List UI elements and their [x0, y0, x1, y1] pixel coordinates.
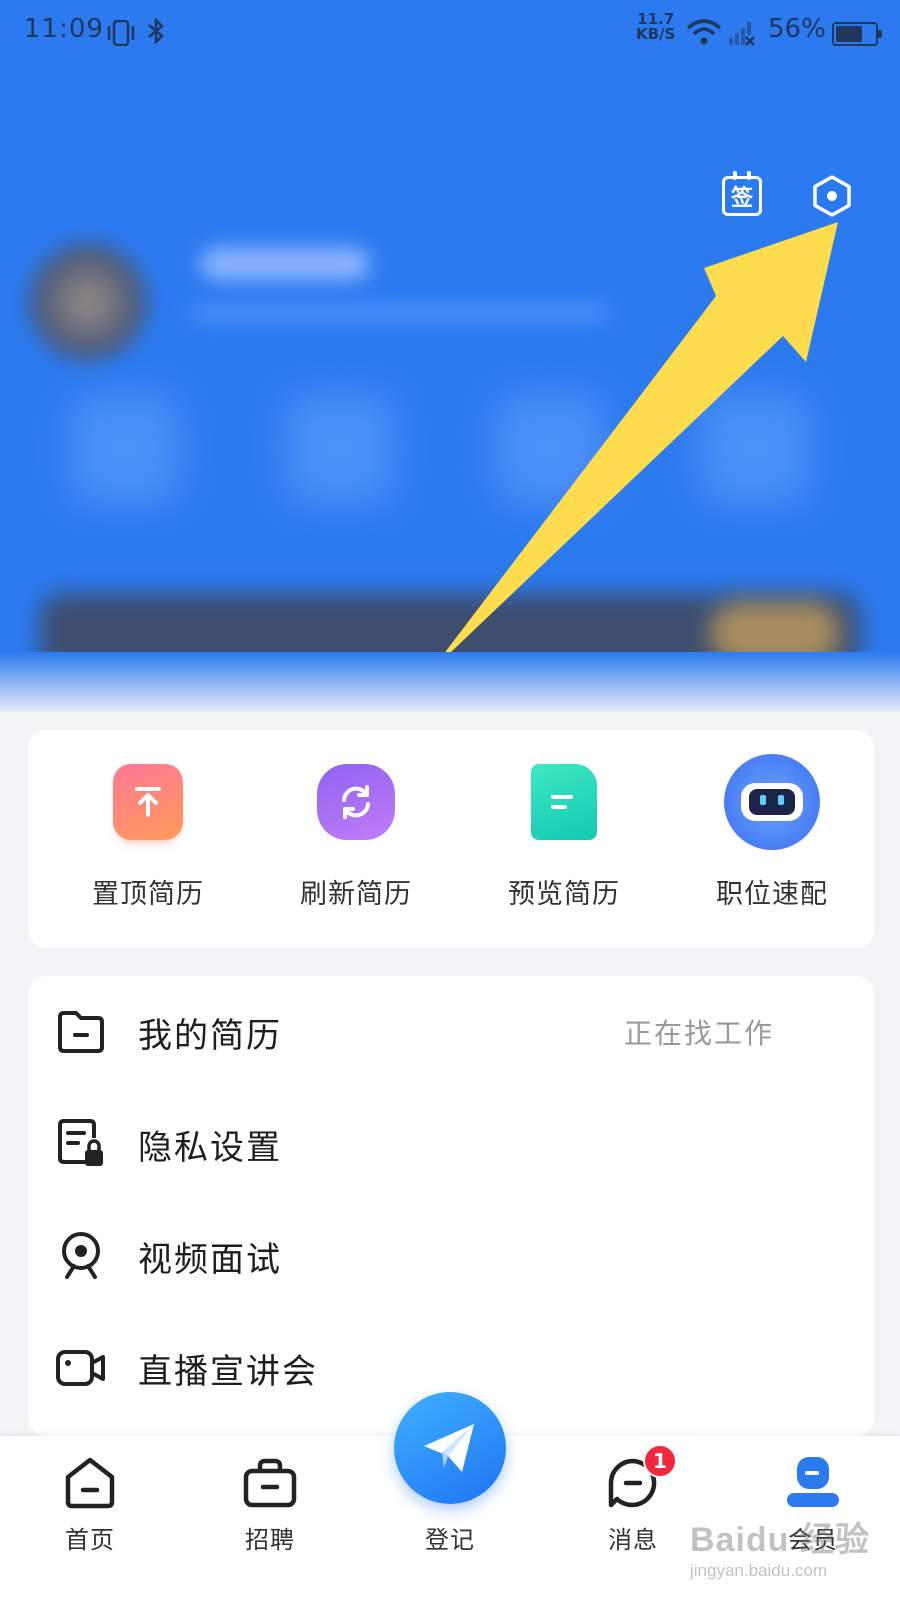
- blurred-username: [200, 248, 370, 280]
- vibrate-icon: [106, 19, 136, 53]
- battery-percent: 56%: [768, 14, 826, 44]
- wifi-icon: [686, 18, 722, 53]
- nav-register-fab[interactable]: [394, 1392, 506, 1504]
- profile-header: 11:09 11.7 KB/S 56% 签: [0, 0, 900, 712]
- status-time: 11:09: [24, 14, 104, 44]
- tool-label: 刷新简历: [300, 879, 412, 910]
- settings-button[interactable]: [808, 172, 856, 220]
- blurred-stat: [700, 394, 810, 504]
- nav-messages[interactable]: 1 消息: [573, 1444, 693, 1555]
- home-icon: [30, 1450, 150, 1516]
- menu-item-video-interview[interactable]: 视频面试: [28, 1200, 874, 1312]
- watermark-logo: Baidu 经验: [690, 1521, 870, 1559]
- camera-icon: [54, 1229, 108, 1283]
- quick-tools-card: 置顶简历 刷新简历 预览简历 职位速配: [28, 730, 874, 948]
- calendar-icon: 签: [722, 171, 762, 216]
- nav-home[interactable]: 首页: [30, 1450, 150, 1555]
- tool-label: 职位速配: [716, 879, 828, 910]
- bluetooth-icon: [146, 16, 166, 51]
- sign-in-calendar-button[interactable]: 签: [718, 171, 766, 220]
- nav-recruit[interactable]: 招聘: [210, 1450, 330, 1555]
- tool-preview-resume[interactable]: 预览简历: [458, 764, 670, 911]
- menu-label: 直播宣讲会: [138, 1351, 318, 1392]
- member-icon: [753, 1450, 873, 1516]
- nav-label: 首页: [65, 1526, 115, 1554]
- battery-icon: [832, 22, 882, 46]
- tool-label: 置顶简历: [92, 879, 204, 910]
- menu-card: 我的简历 正在找工作 隐私设置 视频面试 直播宣讲会: [28, 976, 874, 1436]
- unread-badge: 1: [643, 1444, 677, 1478]
- menu-label: 隐私设置: [138, 1127, 282, 1168]
- blurred-banner-button: [710, 602, 840, 664]
- folder-icon: [54, 1005, 108, 1059]
- menu-label: 我的简历: [138, 1015, 282, 1056]
- message-icon: 1: [573, 1444, 693, 1516]
- video-icon: [54, 1341, 108, 1395]
- status-bar: 11:09 11.7 KB/S 56%: [0, 10, 900, 54]
- gear-icon: [813, 175, 851, 217]
- privacy-lock-icon: [54, 1117, 108, 1171]
- document-icon: [531, 764, 597, 840]
- network-speed-unit: KB/S: [636, 25, 676, 43]
- watermark-url: jingyan.baidu.com: [690, 1561, 828, 1580]
- nav-label: 登记: [425, 1526, 475, 1554]
- nav-label: 消息: [608, 1526, 658, 1554]
- menu-item-privacy[interactable]: 隐私设置: [28, 1088, 874, 1200]
- refresh-icon: [317, 764, 395, 840]
- blurred-stat: [70, 394, 180, 504]
- avatar[interactable]: [28, 242, 148, 362]
- briefcase-icon: [210, 1450, 330, 1516]
- tool-pin-resume[interactable]: 置顶简历: [42, 764, 254, 911]
- tool-job-match[interactable]: 职位速配: [666, 754, 878, 911]
- signal-icon: [728, 20, 756, 53]
- blurred-subtitle: [190, 304, 610, 322]
- tool-refresh-resume[interactable]: 刷新简历: [250, 764, 462, 911]
- blurred-stat: [285, 394, 395, 504]
- blurred-stat: [495, 394, 605, 504]
- arrow-up-icon: [113, 764, 183, 840]
- baidu-watermark: Baidu 经验 jingyan.baidu.com: [690, 1512, 890, 1592]
- blurred-profile-area: [0, 224, 900, 694]
- menu-label: 视频面试: [138, 1239, 282, 1280]
- network-speed: 11.7 KB/S: [636, 12, 675, 42]
- nav-label: 招聘: [245, 1526, 295, 1554]
- menu-item-my-resume[interactable]: 我的简历 正在找工作: [28, 976, 874, 1088]
- tool-label: 预览简历: [508, 879, 620, 910]
- job-status-value: 正在找工作: [623, 1017, 774, 1050]
- paper-plane-icon: [424, 1424, 474, 1472]
- robot-icon: [724, 754, 820, 850]
